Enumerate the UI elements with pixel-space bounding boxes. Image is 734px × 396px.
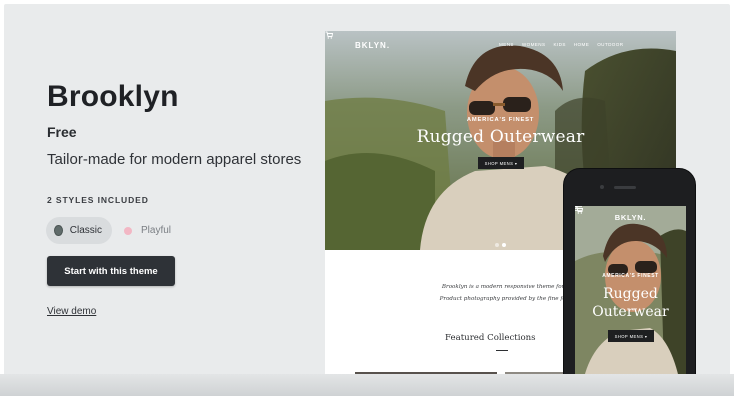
slideshow-dots [495,243,506,247]
mobile-hero-title-line: Outerwear [592,304,669,320]
mobile-shop-mens-button[interactable]: SHOP MENS ▾ [608,330,654,342]
style-option-playful[interactable]: Playful [114,217,181,244]
slide-dot[interactable] [502,243,506,247]
phone-screen: BKLYN. AMERICA'S FINEST Rugged Outerwear… [575,206,686,392]
style-option-classic[interactable]: Classic [46,217,112,244]
cart-icon[interactable] [325,31,333,39]
hero-kicker: AMERICA'S FINEST [466,117,535,123]
shop-mens-button[interactable]: SHOP MENS ▾ [478,157,524,169]
store-nav: MENS WOMENS KIDS HOME OUTDOOR [499,42,623,47]
mobile-hero-kicker: AMERICA'S FINEST [602,273,659,279]
style-option-label: Playful [141,225,172,236]
mobile-hero-title: Rugged Outerwear [575,285,686,321]
mobile-store-logo[interactable]: BKLYN. [575,213,686,222]
featured-heading: Featured Collections [445,333,536,343]
cart-icon[interactable] [575,206,583,214]
classic-swatch-icon [54,225,63,236]
bottom-fade [0,374,734,396]
nav-item-outdoor[interactable]: OUTDOOR [597,42,623,47]
mobile-preview: BKLYN. AMERICA'S FINEST Rugged Outerwear… [563,168,696,392]
theme-tagline: Tailor-made for modern apparel stores [47,151,302,168]
start-theme-button[interactable]: Start with this theme [47,256,175,286]
view-demo-link[interactable]: View demo [47,306,96,317]
theme-price: Free [47,124,77,140]
style-option-label: Classic [69,225,102,236]
slide-dot[interactable] [495,243,499,247]
nav-item-womens[interactable]: WOMENS [522,42,546,47]
nav-item-kids[interactable]: KIDS [553,42,565,47]
store-logo[interactable]: BKLYN. [355,41,390,50]
theme-page: Brooklyn Free Tailor-made for modern app… [4,4,730,392]
phone-camera [600,185,604,189]
hero-title: Rugged Outerwear [416,127,585,147]
playful-swatch-icon [124,226,132,235]
nav-item-mens[interactable]: MENS [499,42,514,47]
nav-item-home[interactable]: HOME [574,42,589,47]
mobile-hero-title-line: Rugged [603,286,658,302]
featured-divider [496,350,508,351]
phone-speaker [614,186,636,189]
styles-heading: 2 STYLES INCLUDED [47,195,149,205]
theme-title: Brooklyn [47,80,179,113]
